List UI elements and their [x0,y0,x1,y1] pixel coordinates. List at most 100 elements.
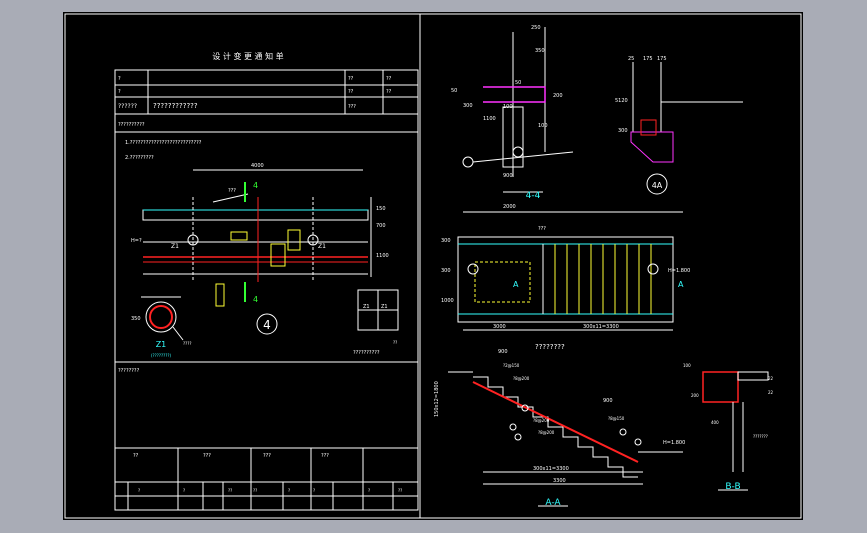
svg-text:??: ?? [348,89,354,95]
svg-text:??????????: ?????????? [118,122,145,128]
svg-text:150x12=1800: 150x12=1800 [434,381,440,417]
svg-text:??: ?? [393,340,397,345]
svg-text:4000: 4000 [251,163,264,169]
svg-text:3300: 3300 [553,478,566,484]
svg-text:?: ? [138,488,140,493]
svg-text:Z1: Z1 [171,243,179,250]
svg-text:5120: 5120 [615,98,628,104]
svg-text:?: ? [368,488,370,493]
section-4-4-title: 4-4 [526,191,541,201]
section-4-4: 250 350 50 200 100 1100 50 900 300 100 4… [451,25,574,201]
plan-4: 4000 ??? 4 4 H=? Z1 Z1 150 700 1100 4 [131,163,389,335]
svg-text:50: 50 [451,88,457,94]
svg-text:300: 300 [441,268,451,274]
svg-text:Z1: Z1 [381,304,388,310]
form-footer-label: ???????? [118,368,140,374]
svg-text:700: 700 [376,223,386,229]
svg-text:(????????): (????????) [151,353,172,358]
small-detail: Z1 Z1 ?? ?????????? [353,289,399,356]
svg-text:150: 150 [376,206,386,212]
svg-text:2000: 2000 [503,204,516,210]
svg-text:3000: 3000 [493,324,506,330]
form-line-2: 2.????????? [125,155,154,161]
z1-column-detail: 350 Z1 (????????) ???? [131,296,192,358]
svg-text:??: ?? [228,488,232,493]
svg-text:???: ??? [538,226,546,232]
svg-text:A: A [513,280,519,289]
svg-text:175: 175 [657,56,667,62]
section-4a-title: 4A [652,181,663,190]
svg-text:300: 300 [463,103,473,109]
svg-text:???: ??? [203,453,211,459]
svg-text:200: 200 [553,93,563,99]
stair-plan-caption: ???????? [535,343,565,351]
section-a-a: 900 900 150x12=1800 H=1.800 ?2@150 ?8@20… [434,349,685,508]
svg-text:1100: 1100 [483,116,496,122]
svg-text:??: ?? [348,76,354,82]
svg-text:100: 100 [538,123,548,129]
svg-text:1100: 1100 [376,253,389,259]
row1-q: ? [118,76,121,82]
svg-text:25: 25 [628,56,634,62]
svg-text:?8@200: ?8@200 [533,418,550,423]
svg-text:?2@150: ?2@150 [503,363,520,368]
svg-text:400: 400 [711,420,719,425]
svg-text:350: 350 [535,48,545,54]
svg-text:H=1.800: H=1.800 [668,268,690,274]
svg-text:????: ???? [183,341,192,346]
svg-text:900: 900 [603,398,613,404]
svg-text:1000: 1000 [441,298,454,304]
drawing-sheet: 设 计 变 更 通 知 单 ? ?? ?? ? ?? ?? ?????? ???… [63,12,803,520]
stair-plan: 2000 ??? A A H=1.800 300 300 1000 3000 3… [441,204,690,351]
svg-text:300x11=3300: 300x11=3300 [583,324,619,330]
svg-text:?: ? [288,488,290,493]
svg-text:4: 4 [253,181,258,190]
svg-text:A: A [678,280,684,289]
svg-text:Z1: Z1 [156,340,167,349]
svg-text:???: ??? [348,104,356,110]
svg-text:??: ?? [386,89,392,95]
sheet-border [64,13,802,519]
form-title: 设 计 变 更 通 知 单 [212,51,283,61]
svg-text:Z1: Z1 [318,243,326,250]
svg-text:900: 900 [498,349,508,355]
svg-text:50: 50 [515,80,521,86]
svg-text:H=?: H=? [131,238,142,244]
svg-text:300x11=3300: 300x11=3300 [533,466,569,472]
section-b-b-title: B-B [725,482,740,492]
cad-drawing: 设 计 变 更 通 知 单 ? ?? ?? ? ?? ?? ?????? ???… [64,13,802,519]
svg-text:250: 250 [531,25,541,31]
svg-text:??????: ?????? [118,103,137,110]
svg-text:??: ?? [253,488,257,493]
svg-text:??: ?? [133,453,139,459]
section-a-a-title: A-A [545,498,561,508]
svg-text:???????: ??????? [753,434,768,439]
svg-text:175: 175 [643,56,653,62]
change-notice-form: 设 计 变 更 通 知 单 ? ?? ?? ? ?? ?? ?????? ???… [114,51,419,511]
svg-text:?8@150: ?8@150 [608,416,625,421]
svg-text:22: 22 [768,390,774,395]
svg-text:?8@200: ?8@200 [538,430,555,435]
svg-text:100: 100 [503,104,513,110]
svg-text:100: 100 [683,363,691,368]
svg-text:900: 900 [503,173,513,179]
svg-text:???: ??? [228,188,236,194]
section-number: 4 [263,318,271,332]
svg-text:???: ??? [321,453,329,459]
svg-text:4: 4 [253,295,258,304]
svg-text:22: 22 [768,376,774,381]
svg-text:??: ?? [386,76,392,82]
svg-text:???: ??? [263,453,271,459]
row3-value: ???????????? [153,102,198,110]
section-b-b: 100 22 200 400 22 ??????? B-B [683,363,774,492]
svg-text:200: 200 [691,393,699,398]
svg-text:350: 350 [131,316,141,322]
svg-text:300: 300 [441,238,451,244]
form-line-1: 1.??????????????????????????? [125,140,202,146]
section-4a: 25 175 175 5120 300 4A [615,56,743,195]
svg-text:?: ? [313,488,315,493]
svg-text:??????????: ?????????? [353,350,380,356]
svg-text:Z1: Z1 [363,304,370,310]
svg-text:H=1.800: H=1.800 [663,440,685,446]
svg-text:300: 300 [618,128,628,134]
